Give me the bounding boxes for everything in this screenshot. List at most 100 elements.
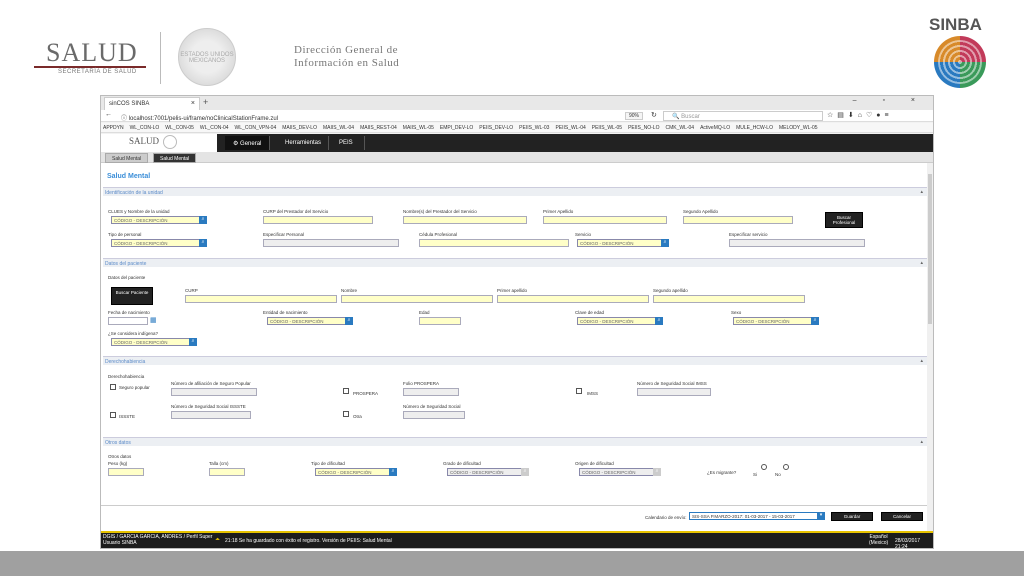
select-sexo[interactable]: CÓDIGO - DESCRIPCIÓN ⌕	[733, 317, 819, 325]
search-icon[interactable]: ⌕	[653, 468, 661, 476]
section-unidad[interactable]: Identificación de la unidad ▴	[103, 187, 927, 196]
bookmark-item[interactable]: CMK_WL-04	[665, 125, 694, 131]
calendar-icon[interactable]: ▦	[150, 316, 157, 324]
bookmark-item[interactable]: WL_CON-04	[200, 125, 229, 131]
bookmark-item[interactable]: WL_CON-05	[165, 125, 194, 131]
bookmark-item[interactable]: PEIIS_WL-04	[555, 125, 585, 131]
bookmark-item[interactable]: MULE_HCW-LO	[736, 125, 773, 131]
input-curp[interactable]	[185, 295, 337, 303]
subtab-salud-mental-1[interactable]: Salud Mental	[105, 153, 149, 163]
menu-herramientas[interactable]: Herramientas	[277, 136, 329, 150]
checkbox-otra[interactable]	[343, 411, 349, 417]
bookmark-item[interactable]: PEIIS_DEV-LO	[479, 125, 513, 131]
collapse-icon[interactable]: ▴	[920, 358, 923, 364]
bookmark-item[interactable]: PEIIS_WL-05	[592, 125, 622, 131]
subtab-salud-mental-2[interactable]: Salud Mental	[153, 153, 197, 163]
input-segundo-apellido[interactable]	[653, 295, 805, 303]
input-cedula[interactable]	[419, 239, 569, 247]
input-num-imss[interactable]	[637, 388, 711, 396]
back-arrow-icon[interactable]: ←	[105, 111, 112, 118]
input-nombre[interactable]	[341, 295, 493, 303]
search-icon[interactable]: ⌕	[345, 317, 353, 325]
bookmark-item[interactable]: MAIIS_WL-05	[403, 125, 434, 131]
cancelar-button[interactable]: Cancelar	[881, 512, 923, 521]
search-icon[interactable]: ⌕	[655, 317, 663, 325]
input-peso[interactable]	[108, 468, 144, 476]
select-indigena[interactable]: CÓDIGO - DESCRIPCIÓN ⌕	[111, 338, 197, 346]
bookmark-item[interactable]: EMPI_DEV-LO	[440, 125, 473, 131]
chevron-down-icon[interactable]: ▾	[817, 512, 825, 520]
section-otros[interactable]: Otros datos ▴	[103, 437, 927, 446]
input-fecha[interactable]	[108, 317, 148, 325]
bookmark-item[interactable]: WL_CON_VPN-04	[235, 125, 277, 131]
select-grado-dif[interactable]: CÓDIGO - DESCRIPCIÓN ⌕	[447, 468, 529, 476]
buscar-paciente-button[interactable]: Buscar Paciente	[111, 287, 153, 305]
menu-general[interactable]: ⚙ General	[225, 136, 271, 150]
select-origen-dif[interactable]: CÓDIGO - DESCRIPCIÓN ⌕	[579, 468, 661, 476]
bookmark-item[interactable]: APPDYN	[103, 125, 124, 131]
bookmark-item[interactable]: MELODY_WL-05	[779, 125, 818, 131]
bookmark-item[interactable]: WL_CON-LO	[130, 125, 160, 131]
reload-icon[interactable]: ↻	[651, 111, 657, 119]
bookmark-item[interactable]: ActiveMQ-LO	[700, 125, 730, 131]
select-clave-edad[interactable]: CÓDIGO - DESCRIPCIÓN ⌕	[577, 317, 663, 325]
select-tipo-dif[interactable]: CÓDIGO - DESCRIPCIÓN ⌕	[315, 468, 397, 476]
input-segundo-ap[interactable]	[683, 216, 793, 224]
language[interactable]: Español (Mexico)	[869, 534, 888, 546]
close-icon[interactable]: ×	[191, 100, 195, 107]
url-bar[interactable]: ⓘ localhost:7001/pelis-ui/frame/noClinic…	[117, 111, 637, 122]
menu-peis[interactable]: PEIS	[331, 136, 365, 150]
input-num-ss[interactable]	[403, 411, 465, 419]
new-tab-icon[interactable]: +	[203, 97, 208, 107]
radio-migrante-si[interactable]	[761, 464, 767, 470]
section-paciente[interactable]: Datos del paciente ▴	[103, 258, 927, 267]
checkbox-imss[interactable]	[576, 388, 582, 394]
section-derecho[interactable]: Derechohabiencia ▴	[103, 356, 927, 365]
input-folio[interactable]	[403, 388, 459, 396]
zoom-level[interactable]: 90%	[625, 112, 644, 120]
search-input[interactable]: 🔍 Buscar	[663, 111, 823, 121]
bookmark-item[interactable]: MAIIS_WL-04	[323, 125, 354, 131]
search-icon[interactable]: ⌕	[189, 338, 197, 346]
input-num-sp[interactable]	[171, 388, 257, 396]
input-edad[interactable]	[419, 317, 461, 325]
radio-migrante-no[interactable]	[783, 464, 789, 470]
input-nombre-prest[interactable]	[403, 216, 527, 224]
select-servicio[interactable]: CÓDIGO - DESCRIPCIÓN ⌕	[577, 239, 669, 247]
guardar-button[interactable]: Guardar	[831, 512, 873, 521]
bookmark-item[interactable]: MAIIS_DEV-LO	[282, 125, 317, 131]
salud-subtitle: SECRETARÍA DE SALUD	[58, 69, 137, 75]
bookmark-item[interactable]: PEIIS_NO-LO	[628, 125, 659, 131]
input-primer-ap[interactable]	[543, 216, 667, 224]
bookmark-item[interactable]: PEIIS_WL-03	[519, 125, 549, 131]
buscar-profesional-button[interactable]: Buscar Profesional	[825, 212, 863, 228]
input-curp-prest[interactable]	[263, 216, 373, 224]
select-tipo-personal[interactable]: CÓDIGO - DESCRIPCIÓN ⌕	[111, 239, 207, 247]
scrollbar-thumb[interactable]	[928, 174, 932, 324]
window-controls[interactable]: – ▫ ×	[853, 97, 927, 104]
search-icon[interactable]: ⌕	[811, 317, 819, 325]
select-calendario[interactable]: SIS-SSA P.MARZO-2017: 01-03-2017 - 15-03…	[689, 512, 825, 520]
search-icon[interactable]: ⌕	[199, 216, 207, 224]
input-esp-servicio[interactable]	[729, 239, 865, 247]
input-talla[interactable]	[209, 468, 245, 476]
browser-tab[interactable]: sinCOS SINBA ×	[104, 97, 200, 110]
input-esp-personal[interactable]	[263, 239, 399, 247]
checkbox-issste[interactable]	[110, 412, 116, 418]
collapse-icon[interactable]: ▴	[920, 439, 923, 445]
toolbar-icons[interactable]: ☆▤⬇⌂♡●≡	[827, 111, 893, 119]
bookmark-item[interactable]: MAIIS_REST-04	[360, 125, 397, 131]
collapse-icon[interactable]: ▴	[920, 260, 923, 266]
input-num-issste[interactable]	[171, 411, 251, 419]
collapse-icon[interactable]: ▴	[920, 189, 923, 195]
search-icon[interactable]: ⌕	[199, 239, 207, 247]
search-icon[interactable]: ⌕	[521, 468, 529, 476]
checkbox-seguro-popular[interactable]	[110, 384, 116, 390]
select-clues[interactable]: CÓDIGO - DESCRIPCIÓN ⌕	[111, 216, 207, 224]
checkbox-prospera[interactable]	[343, 388, 349, 394]
input-primer-apellido[interactable]	[497, 295, 649, 303]
search-icon[interactable]: ⌕	[661, 239, 669, 247]
search-icon[interactable]: ⌕	[389, 468, 397, 476]
select-entidad[interactable]: CÓDIGO - DESCRIPCIÓN ⌕	[267, 317, 353, 325]
expand-icon[interactable]: ⏶	[215, 537, 220, 544]
